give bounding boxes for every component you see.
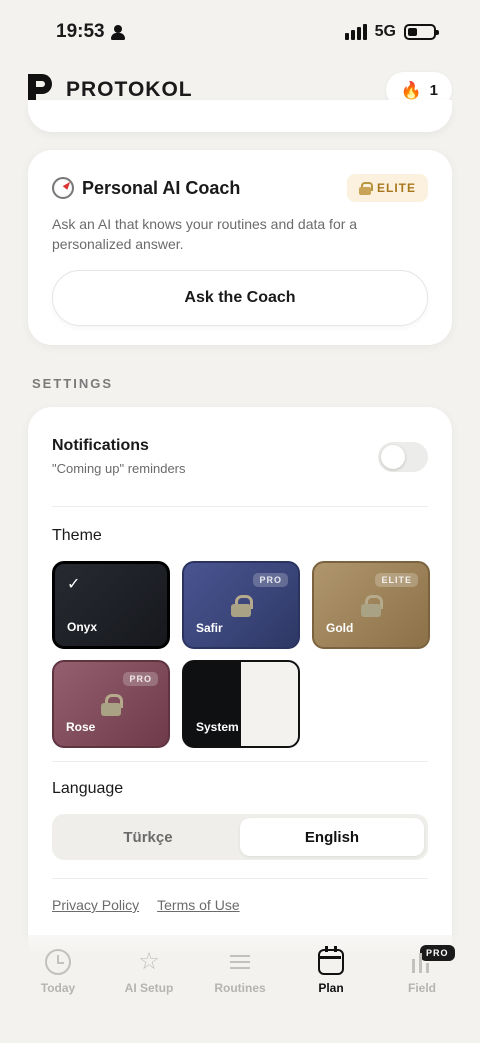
tab-label: Plan <box>318 981 344 995</box>
lines-icon <box>227 949 253 975</box>
pro-badge: PRO <box>253 573 288 587</box>
theme-name: Onyx <box>67 620 98 634</box>
clock-icon <box>45 949 71 975</box>
tab-label: Routines <box>214 981 266 995</box>
language-option-english[interactable]: English <box>240 818 424 856</box>
streak-count: 1 <box>429 81 438 99</box>
network-type: 5G <box>374 23 396 40</box>
elite-badge: ELITE <box>375 573 418 587</box>
bottom-tab-bar: Today ☆ AI Setup Routines Plan PRO Field <box>0 935 480 1043</box>
compass-icon <box>52 177 74 199</box>
pro-badge: PRO <box>123 672 158 686</box>
tab-today[interactable]: Today <box>16 949 100 1043</box>
theme-option-onyx[interactable]: ✓ Onyx <box>52 561 170 649</box>
check-icon: ✓ <box>67 576 81 593</box>
theme-name: Gold <box>326 621 354 635</box>
ai-coach-card: Personal AI Coach ELITE Ask an AI that k… <box>28 150 452 345</box>
flame-icon: 🔥 <box>400 80 422 100</box>
status-time-text: 19:53 <box>56 21 105 42</box>
tab-routines[interactable]: Routines <box>198 949 282 1043</box>
theme-option-system[interactable]: System <box>182 660 300 748</box>
tab-field[interactable]: PRO Field <box>380 945 464 1043</box>
theme-option-safir[interactable]: PRO Safir <box>182 561 300 649</box>
notifications-subtitle: "Coming up" reminders <box>52 461 186 476</box>
tab-label: Today <box>40 981 76 995</box>
theme-grid: ✓ Onyx PRO Safir ELITE Gold PRO Rose Sys… <box>52 561 430 761</box>
lock-icon <box>231 595 253 617</box>
notifications-row: Notifications "Coming up" reminders <box>52 407 428 507</box>
status-indicators: 5G <box>344 23 439 41</box>
ask-coach-button[interactable]: Ask the Coach <box>52 270 428 326</box>
coach-description: Ask an AI that knows your routines and d… <box>52 216 358 252</box>
tab-label: Field <box>407 981 436 995</box>
theme-label: Theme <box>52 527 102 544</box>
coach-header: Personal AI Coach ELITE <box>52 174 428 202</box>
notifications-title: Notifications <box>52 437 149 454</box>
coach-title: Personal AI Coach <box>82 177 241 198</box>
lock-icon <box>361 595 383 617</box>
settings-section-label: SETTINGS <box>32 376 114 391</box>
brand-name: PROTOKOL <box>66 78 193 101</box>
terms-of-use-link[interactable]: Terms of Use <box>157 897 239 913</box>
elite-badge-label: ELITE <box>376 181 416 195</box>
notifications-toggle[interactable] <box>378 441 428 472</box>
tab-label: AI Setup <box>124 981 174 995</box>
signal-icon <box>344 24 367 40</box>
divider <box>52 761 428 762</box>
language-selector: Türkçe English <box>52 814 428 860</box>
bars-icon <box>409 949 435 975</box>
status-time: 19:53 <box>56 21 125 43</box>
lock-icon <box>101 694 123 716</box>
person-icon <box>110 24 125 40</box>
elite-badge: ELITE <box>346 174 428 202</box>
theme-name: System <box>196 720 239 734</box>
calendar-icon <box>318 946 344 975</box>
language-label: Language <box>52 780 124 797</box>
legal-links: Privacy Policy Terms of Use <box>52 878 428 913</box>
star-icon: ☆ <box>138 948 160 975</box>
coach-title-wrap: Personal AI Coach <box>52 177 240 199</box>
status-bar: 19:53 5G <box>0 0 480 64</box>
notifications-text: Notifications "Coming up" reminders <box>52 437 186 476</box>
previous-card <box>28 100 452 132</box>
privacy-policy-link[interactable]: Privacy Policy <box>52 897 139 913</box>
battery-icon <box>404 24 439 40</box>
theme-name: Safir <box>196 621 223 635</box>
tab-ai-setup[interactable]: ☆ AI Setup <box>107 949 191 1043</box>
tab-plan[interactable]: Plan <box>289 946 373 1043</box>
theme-option-gold[interactable]: ELITE Gold <box>312 561 430 649</box>
theme-option-rose[interactable]: PRO Rose <box>52 660 170 748</box>
settings-card: Notifications "Coming up" reminders Them… <box>28 407 452 967</box>
lock-icon <box>358 181 373 195</box>
theme-name: Rose <box>66 720 96 734</box>
language-option-turkish[interactable]: Türkçe <box>56 818 240 856</box>
